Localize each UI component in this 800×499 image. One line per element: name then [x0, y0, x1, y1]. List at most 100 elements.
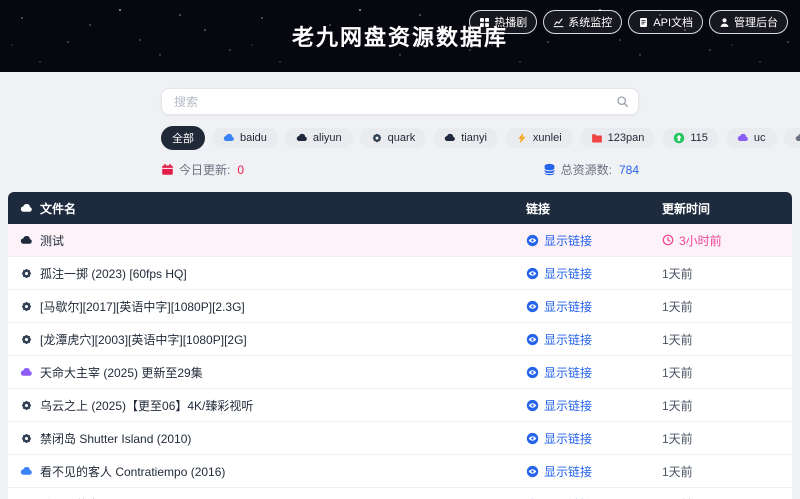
- resource-table: 文件名 链接 更新时间 测试 显示链接 3小时前: [8, 192, 792, 499]
- stats-bar: 今日更新: 0 总资源数: 784: [161, 161, 639, 178]
- gear-icon: [20, 333, 33, 346]
- column-filename-label: 文件名: [40, 200, 76, 217]
- nav-button[interactable]: 管理后台: [709, 10, 788, 34]
- eye-icon: [526, 267, 539, 280]
- gear-icon: [371, 132, 383, 144]
- gear-icon: [20, 399, 33, 412]
- filter-tag-123pan[interactable]: 123pan: [580, 128, 656, 148]
- today-updated-value: 0: [237, 163, 244, 177]
- cloud-icon: [795, 132, 800, 144]
- filter-tag-tianyi[interactable]: tianyi: [433, 128, 498, 148]
- eye-icon: [526, 366, 539, 379]
- table-row: 乌云之上 (2025)【更至06】4K/臻彩视听 显示链接 1天前: [8, 389, 792, 422]
- header-nav: 热播剧 系统监控 API文档 管理后台: [469, 10, 788, 34]
- eye-icon: [526, 234, 539, 247]
- file-name: 测试: [40, 232, 64, 249]
- gear-icon: [20, 432, 33, 445]
- show-link-button[interactable]: 显示链接: [526, 331, 592, 348]
- file-name: 孤注一掷 (2023) [60fps HQ]: [40, 265, 187, 282]
- table-row: 看不见的客人 Contratiempo (2016) 显示链接 1天前: [8, 488, 792, 499]
- file-name: 禁闭岛 Shutter Island (2010): [40, 430, 191, 447]
- show-link-button[interactable]: 显示链接: [526, 364, 592, 381]
- center-section: 全部 baidu aliyun quark tianyi xunlei 123p…: [161, 88, 639, 178]
- user-icon: [719, 17, 730, 28]
- filter-tag-baidu[interactable]: baidu: [212, 128, 278, 148]
- eye-icon: [526, 300, 539, 313]
- total-resources-stat: 总资源数: 784: [543, 161, 639, 178]
- table-body: 测试 显示链接 3小时前 孤注一掷 (2023) [60fps HQ] 显示链接…: [8, 224, 792, 499]
- cloud-icon: [20, 465, 33, 478]
- search-input[interactable]: [161, 88, 639, 115]
- table-row: 测试 显示链接 3小时前: [8, 224, 792, 257]
- cloud-icon: [296, 132, 308, 144]
- show-link-button[interactable]: 显示链接: [526, 265, 592, 282]
- cloud-icon: [20, 366, 33, 379]
- gear-icon: [20, 300, 33, 313]
- doc-icon: [638, 17, 649, 28]
- table-header: 文件名 链接 更新时间: [8, 192, 792, 224]
- filter-tag-uc[interactable]: uc: [726, 128, 777, 148]
- nav-button[interactable]: 热播剧: [469, 10, 537, 34]
- filter-tag-aliyun[interactable]: aliyun: [285, 128, 353, 148]
- file-name: 天命大主宰 (2025) 更新至29集: [40, 364, 203, 381]
- update-time: 1天前: [662, 364, 780, 381]
- nav-button[interactable]: 系统监控: [543, 10, 622, 34]
- filter-tags: 全部 baidu aliyun quark tianyi xunlei 123p…: [161, 126, 639, 150]
- bolt-icon: [516, 132, 528, 144]
- cloud-icon: [737, 132, 749, 144]
- column-time: 更新时间: [662, 200, 780, 217]
- column-time-label: 更新时间: [662, 200, 710, 217]
- update-time: 1天前: [662, 298, 780, 315]
- calendar-icon: [161, 163, 174, 176]
- column-link: 链接: [526, 200, 662, 217]
- clock-icon: [662, 234, 674, 246]
- update-time: 1天前: [662, 331, 780, 348]
- total-resources-value: 784: [619, 163, 639, 177]
- show-link-button[interactable]: 显示链接: [526, 232, 592, 249]
- page: 老九网盘资源数据库 热播剧 系统监控 API文档 管理后台 全部: [0, 0, 800, 499]
- cloud-icon: [20, 234, 33, 247]
- table-row: [龙潭虎穴][2003][英语中字][1080P][2G] 显示链接 1天前: [8, 323, 792, 356]
- today-updated-label: 今日更新:: [179, 161, 230, 178]
- search-box: [161, 88, 639, 115]
- update-time: 1天前: [662, 430, 780, 447]
- chart-icon: [553, 17, 564, 28]
- nav-button[interactable]: API文档: [628, 10, 703, 34]
- column-link-label: 链接: [526, 200, 550, 217]
- eye-icon: [526, 432, 539, 445]
- filter-tag-xunlei[interactable]: xunlei: [505, 128, 573, 148]
- search-icon[interactable]: [616, 95, 629, 108]
- show-link-button[interactable]: 显示链接: [526, 496, 592, 499]
- gear-icon: [20, 267, 33, 280]
- update-time: 1天前: [662, 265, 780, 282]
- show-link-button[interactable]: 显示链接: [526, 298, 592, 315]
- site-header: 老九网盘资源数据库 热播剧 系统监控 API文档 管理后台: [0, 0, 800, 72]
- filter-tag-115[interactable]: 115: [662, 128, 719, 148]
- show-link-button[interactable]: 显示链接: [526, 463, 592, 480]
- cloud-icon: [223, 132, 235, 144]
- folder-icon: [591, 132, 603, 144]
- filter-tag-全部[interactable]: 全部: [161, 126, 205, 150]
- update-time: 1天前: [662, 496, 780, 499]
- file-name: 看不见的客人 Contratiempo (2016): [40, 496, 225, 499]
- show-link-button[interactable]: 显示链接: [526, 397, 592, 414]
- total-resources-label: 总资源数:: [561, 161, 612, 178]
- file-name: 看不见的客人 Contratiempo (2016): [40, 463, 225, 480]
- database-icon: [543, 163, 556, 176]
- file-name: 乌云之上 (2025)【更至06】4K/臻彩视听: [40, 397, 253, 414]
- table-row: 看不见的客人 Contratiempo (2016) 显示链接 1天前: [8, 455, 792, 488]
- update-time: 3小时前: [662, 232, 780, 249]
- filter-tag-quark[interactable]: quark: [360, 128, 427, 148]
- file-name: [马歇尔][2017][英语中字][1080P][2.3G]: [40, 298, 245, 315]
- circle-up-icon: [673, 132, 685, 144]
- table-row: 孤注一掷 (2023) [60fps HQ] 显示链接 1天前: [8, 257, 792, 290]
- filter-tag-other[interactable]: other: [784, 128, 800, 148]
- cloud-icon: [444, 132, 456, 144]
- today-updated-stat: 今日更新: 0: [161, 161, 244, 178]
- eye-icon: [526, 399, 539, 412]
- grid-icon: [479, 17, 490, 28]
- eye-icon: [526, 465, 539, 478]
- eye-icon: [526, 333, 539, 346]
- column-filename: 文件名: [20, 200, 526, 217]
- show-link-button[interactable]: 显示链接: [526, 430, 592, 447]
